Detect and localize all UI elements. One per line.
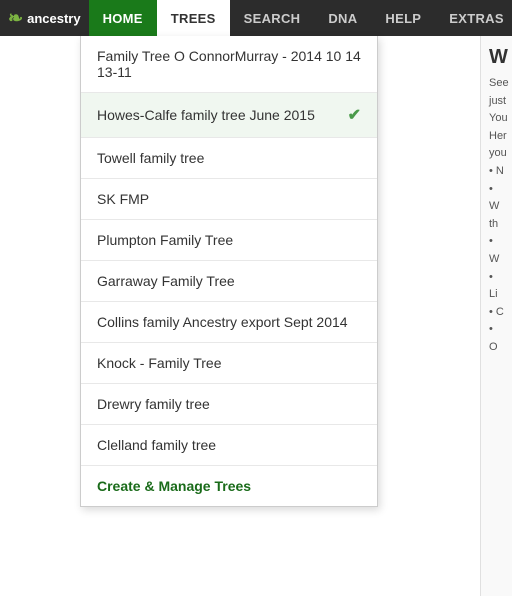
navbar: ❧ ancestry HOME TREES SEARCH DNA HELP EX… — [0, 0, 512, 36]
right-panel-line: You — [489, 110, 504, 128]
tree-item-label: Towell family tree — [97, 150, 204, 166]
list-item[interactable]: Towell family tree — [81, 138, 377, 179]
ancestry-logo[interactable]: ❧ ancestry — [8, 8, 81, 29]
tree-item-label: Plumpton Family Tree — [97, 232, 233, 248]
list-item[interactable]: Knock - Family Tree — [81, 343, 377, 384]
nav-help[interactable]: HELP — [371, 0, 435, 36]
create-manage-label: Create & Manage Trees — [97, 478, 251, 494]
list-item[interactable]: Clelland family tree — [81, 425, 377, 466]
tree-item-label: Drewry family tree — [97, 396, 210, 412]
tree-item-label: Clelland family tree — [97, 437, 216, 453]
nav-search-label: SEARCH — [244, 11, 301, 26]
list-item[interactable]: Family Tree O ConnorMurray - 2014 10 14 … — [81, 36, 377, 93]
nav-help-label: HELP — [385, 11, 421, 26]
nav-extras-label: EXTRAS — [449, 11, 504, 26]
nav-home-label: HOME — [103, 11, 143, 26]
create-manage-trees-item[interactable]: Create & Manage Trees — [81, 466, 377, 506]
right-panel-line: • W — [489, 233, 504, 268]
list-item[interactable]: Plumpton Family Tree — [81, 220, 377, 261]
checkmark-icon: ✔ — [348, 105, 361, 125]
right-panel-line: See — [489, 75, 504, 93]
tree-item-label: Family Tree O ConnorMurray - 2014 10 14 … — [97, 48, 361, 80]
nav-dna-label: DNA — [328, 11, 357, 26]
logo-area[interactable]: ❧ ancestry — [0, 0, 89, 36]
nav-dna[interactable]: DNA — [314, 0, 371, 36]
nav-search[interactable]: SEARCH — [230, 0, 315, 36]
trees-dropdown: Family Tree O ConnorMurray - 2014 10 14 … — [80, 36, 378, 507]
list-item[interactable]: Drewry family tree — [81, 384, 377, 425]
right-panel-line: th — [489, 216, 504, 234]
list-item[interactable]: Garraway Family Tree — [81, 261, 377, 302]
right-panel-line: Her — [489, 128, 504, 146]
tree-item-label: Howes-Calfe family tree June 2015 — [97, 107, 315, 123]
tree-item-label: Collins family Ancestry export Sept 2014 — [97, 314, 348, 330]
right-panel-content: W See just You Her you • N • W th • W • … — [481, 36, 512, 367]
nav-trees[interactable]: TREES — [157, 0, 230, 36]
logo-text: ancestry — [27, 11, 80, 26]
list-item[interactable]: SK FMP — [81, 179, 377, 220]
tree-item-label: Knock - Family Tree — [97, 355, 221, 371]
right-panel-body: See just You Her you • N • W th • W • Li… — [489, 75, 504, 357]
right-panel-line: • W — [489, 181, 504, 216]
list-item[interactable]: Collins family Ancestry export Sept 2014 — [81, 302, 377, 343]
nav-extras[interactable]: EXTRAS — [435, 0, 512, 36]
right-panel: W See just You Her you • N • W th • W • … — [480, 36, 512, 596]
nav-home[interactable]: HOME — [89, 0, 157, 36]
right-panel-line: • N — [489, 163, 504, 181]
right-panel-line: • O — [489, 321, 504, 356]
right-panel-line: • C — [489, 304, 504, 322]
nav-trees-label: TREES — [171, 11, 216, 26]
tree-item-label: SK FMP — [97, 191, 149, 207]
right-panel-line: • Li — [489, 269, 504, 304]
right-panel-line: just — [489, 93, 504, 111]
list-item[interactable]: Howes-Calfe family tree June 2015 ✔ — [81, 93, 377, 138]
leaf-icon: ❧ — [8, 8, 23, 29]
tree-item-label: Garraway Family Tree — [97, 273, 235, 289]
right-panel-heading: W — [489, 46, 504, 69]
right-panel-line: you — [489, 145, 504, 163]
